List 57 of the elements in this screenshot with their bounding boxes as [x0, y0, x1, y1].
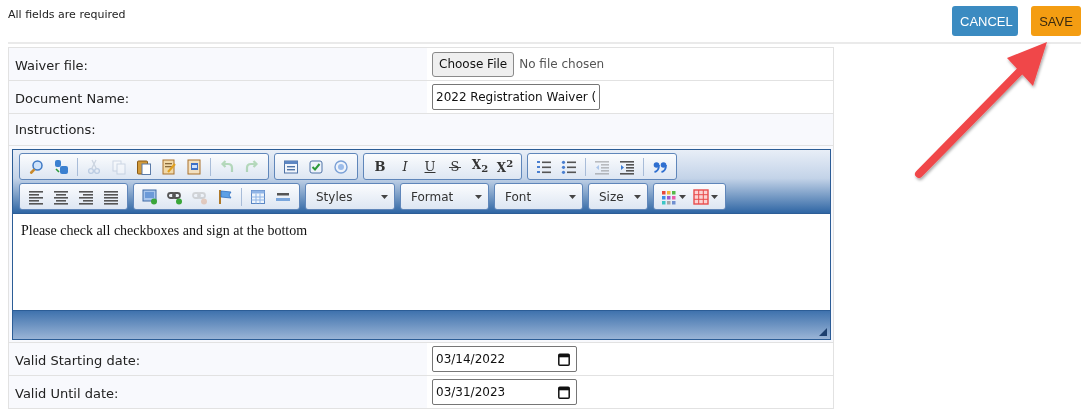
toolbar-dropdown[interactable]: Format [401, 185, 488, 208]
toolbar-button[interactable]: I [393, 155, 417, 178]
scissors-icon [86, 158, 102, 175]
image-icon [142, 188, 158, 205]
search-icon [28, 158, 44, 175]
paste-text-icon [161, 158, 177, 175]
align-left-icon [28, 188, 44, 205]
file-status: No file chosen [519, 57, 605, 71]
calendar-icon[interactable] [558, 385, 570, 399]
flag-icon [217, 188, 233, 205]
bulleted-list-icon [561, 158, 577, 175]
redo-icon [244, 158, 260, 175]
caret-icon [711, 194, 718, 199]
caret-icon [381, 194, 388, 199]
caret-icon [569, 194, 576, 199]
date-field[interactable]: 03/31/2023 [432, 379, 577, 405]
form-icon [283, 158, 299, 175]
checkbox-icon [308, 158, 324, 175]
date-field[interactable]: 03/14/2022 [432, 346, 577, 372]
resize-handle-icon[interactable] [819, 328, 827, 336]
paste-icon [136, 158, 152, 175]
field-label: Document Name: [15, 91, 130, 106]
save-button[interactable]: SAVE [1031, 6, 1081, 36]
undo-icon [219, 158, 235, 175]
align-center-icon [53, 188, 69, 205]
copy-icon [111, 158, 127, 175]
cancel-button[interactable]: CANCEL [952, 6, 1018, 36]
field-label: Valid Starting date: [15, 353, 141, 368]
toolbar-dropdown[interactable]: Font [495, 185, 582, 208]
caret-icon [475, 194, 482, 199]
numbered-list-icon [536, 158, 552, 175]
toolbar-button[interactable]: B [368, 155, 392, 178]
choose-file-button[interactable]: Choose File [432, 51, 515, 77]
calendar-icon[interactable] [558, 352, 570, 366]
toolbar-button[interactable]: X$^{2}$ [493, 155, 517, 178]
align-justify-icon [103, 188, 119, 205]
caret-icon [679, 194, 686, 199]
indent-icon [619, 158, 635, 175]
paste-word-icon [186, 158, 202, 175]
toolbar-dropdown[interactable]: Styles [306, 185, 394, 208]
editor-text: Please check all checkboxes and sign at the bottom [21, 223, 309, 239]
input-field[interactable]: 2022 Registration Waiver ( [432, 84, 601, 110]
field-label: Valid Until date: [15, 386, 119, 401]
table-grid-icon [693, 188, 709, 205]
field-label: Waiver file: [15, 58, 88, 73]
radio-icon [333, 158, 349, 175]
editor-content[interactable]: Please check all checkboxes and sign at the bottom [13, 213, 830, 311]
color-grid-icon [661, 188, 677, 205]
align-right-icon [78, 188, 94, 205]
required-note: All fields are required [8, 8, 126, 21]
outdent-icon [594, 158, 610, 175]
toolbar-dropdown[interactable]: Size [589, 185, 647, 208]
table-icon [250, 188, 266, 205]
field-label: Instructions: [15, 122, 96, 137]
toolbar-button[interactable]: U [418, 155, 442, 178]
caret-icon [634, 194, 641, 199]
toolbar-button[interactable]: X$_{2}$ [468, 155, 492, 178]
